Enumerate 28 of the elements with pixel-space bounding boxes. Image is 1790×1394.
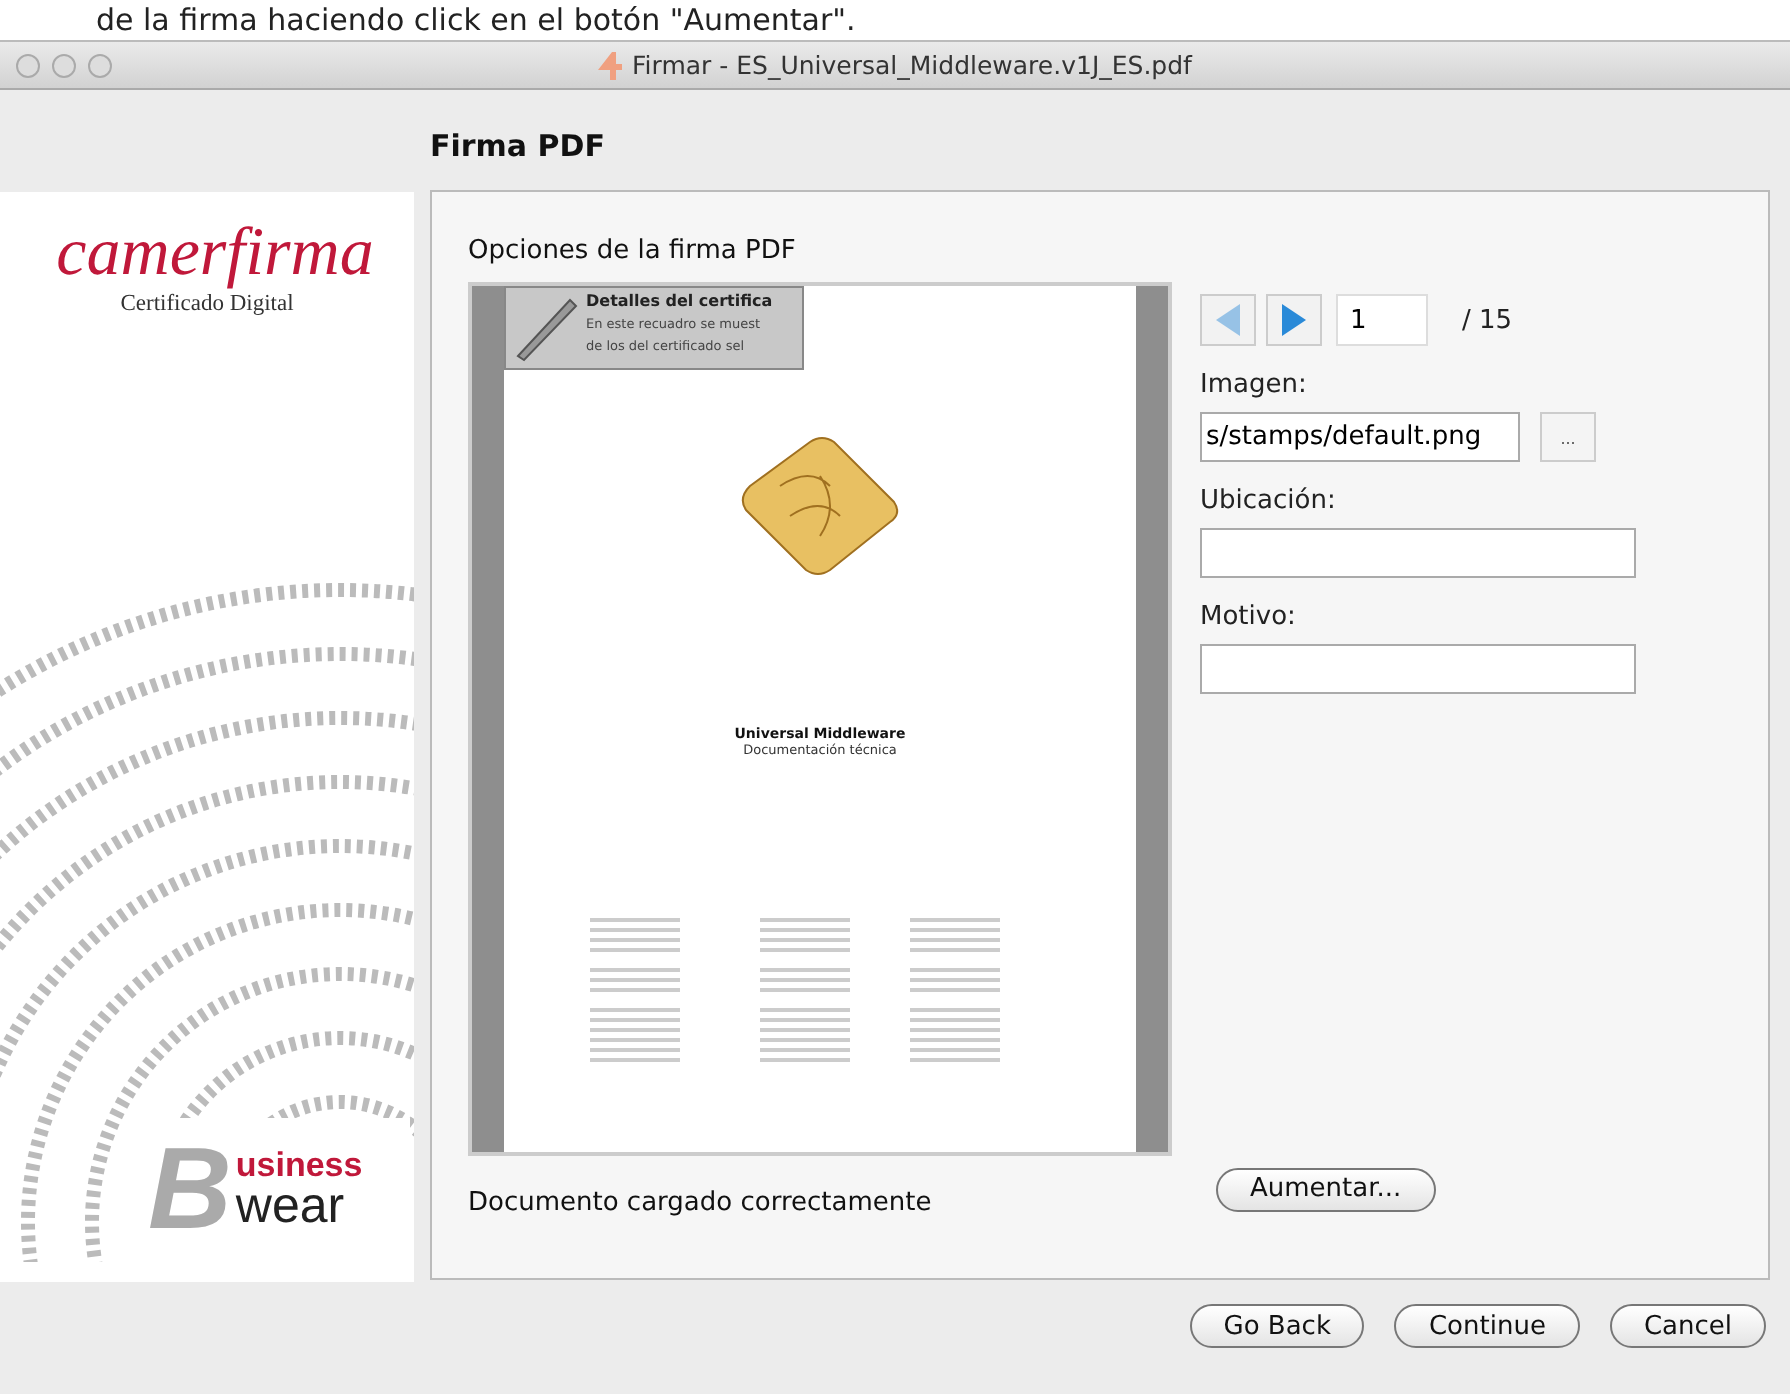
field-label: Motivo: xyxy=(1200,602,1298,632)
left-arrow-icon xyxy=(1216,304,1240,336)
next-page-button[interactable] xyxy=(1266,294,1322,346)
dialog-button[interactable]: Cancel xyxy=(1609,1304,1766,1348)
app-icon xyxy=(598,51,623,79)
panel-title: Opciones de la firma PDF xyxy=(468,236,798,266)
badge-text: usiness xyxy=(235,1148,363,1182)
field-label: Ubicación: xyxy=(1200,486,1338,516)
input-field[interactable] xyxy=(1200,644,1636,694)
page-total: / 15 xyxy=(1462,305,1513,335)
input-field[interactable]: s/stamps/default.png xyxy=(1200,412,1520,462)
status-message: Documento cargado correctamente xyxy=(468,1188,934,1218)
brand-tagline: Certificado Digital xyxy=(120,292,294,316)
caption-text: de la firma haciendo click en el botón "Aumentar". xyxy=(96,2,856,38)
enlarge-button[interactable]: Aumentar... xyxy=(1216,1167,1436,1211)
badge-letter: B xyxy=(148,1132,232,1248)
brand-logo: camerfirma xyxy=(56,220,374,288)
stamp-title: Detalles del certifica xyxy=(586,292,773,310)
field-label: Imagen: xyxy=(1200,370,1309,400)
page-number-field[interactable]: 1 xyxy=(1336,294,1428,346)
page-heading: Firma PDF xyxy=(430,128,605,164)
dialog-button[interactable]: Continue xyxy=(1394,1304,1580,1348)
window-title: Firmar - ES_Universal_Middleware.v1J_ES.pdf xyxy=(632,50,1192,80)
badge-text: wear xyxy=(235,1182,345,1232)
dialog-button[interactable]: Go Back xyxy=(1189,1304,1365,1348)
right-arrow-icon xyxy=(1282,304,1306,336)
input-field[interactable] xyxy=(1200,528,1636,578)
browse-button[interactable]: ... xyxy=(1540,412,1596,462)
